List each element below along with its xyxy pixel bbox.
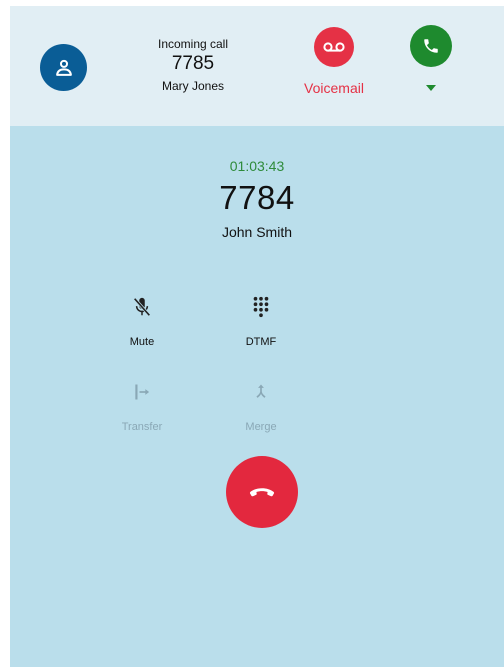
- merge-button[interactable]: Merge: [221, 379, 301, 433]
- hangup-button[interactable]: [226, 456, 298, 528]
- answer-button[interactable]: [410, 25, 452, 67]
- call-timer: 01:03:43: [229, 158, 285, 174]
- transfer-button[interactable]: Transfer: [102, 379, 182, 433]
- dialpad-icon: [253, 296, 269, 318]
- mute-button[interactable]: Mute: [102, 294, 182, 348]
- voicemail-button[interactable]: [314, 27, 354, 67]
- caret-down-icon[interactable]: [426, 85, 436, 91]
- active-call-panel: 01:03:43 7784 John Smith Mute DTMF Trans…: [10, 126, 504, 667]
- incoming-call-label: Incoming call: [157, 37, 229, 51]
- incoming-caller-name: Mary Jones: [161, 79, 225, 93]
- voicemail-label[interactable]: Voicemail: [289, 80, 379, 96]
- dtmf-label: DTMF: [245, 336, 277, 348]
- caller-avatar: [40, 44, 87, 91]
- person-icon: [55, 59, 72, 76]
- dtmf-button[interactable]: DTMF: [221, 294, 301, 348]
- active-caller-name: John Smith: [221, 224, 293, 240]
- merge-label: Merge: [245, 421, 277, 433]
- phone-icon: [424, 39, 438, 53]
- mic-off-icon: [133, 297, 151, 317]
- incoming-call-info: Incoming call 7785 Mary Jones: [143, 37, 243, 93]
- merge-icon: [256, 384, 266, 398]
- mute-label: Mute: [129, 336, 155, 348]
- voicemail-icon: [323, 42, 345, 52]
- incoming-caller-number: 7785: [171, 53, 215, 74]
- softphone: Incoming call 7785 Mary Jones Voicemail …: [10, 6, 504, 667]
- active-caller-number: 7784: [219, 179, 295, 216]
- transfer-icon: [135, 384, 150, 400]
- incoming-call-banner: Incoming call 7785 Mary Jones Voicemail: [10, 6, 504, 126]
- phone-hangup-icon: [249, 488, 275, 497]
- transfer-label: Transfer: [121, 421, 163, 433]
